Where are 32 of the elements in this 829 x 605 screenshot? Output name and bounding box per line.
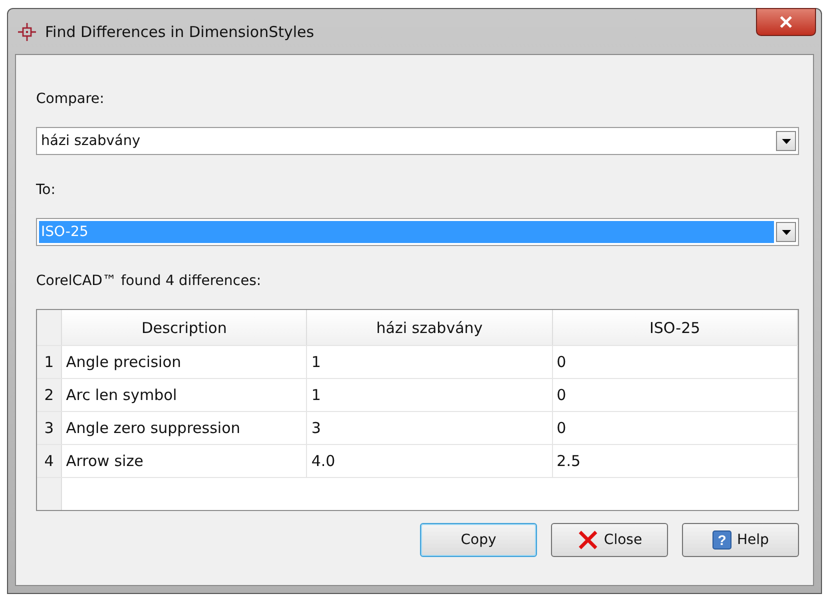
dropdown-field[interactable]: házi szabvány (36, 127, 799, 155)
table-cell: Arrow size (62, 445, 308, 477)
column-header[interactable]: Description (62, 310, 308, 345)
dialog-button[interactable]: Copy (420, 523, 537, 557)
row-number: 2 (37, 379, 62, 411)
close-button[interactable] (756, 8, 816, 36)
summary-text: CorelCAD™ found 4 differences: (36, 273, 262, 289)
table-cell: 3 (307, 412, 553, 444)
table-cell: Arc len symbol (62, 379, 308, 411)
row-number: 1 (37, 346, 62, 378)
field-label: To: (36, 182, 56, 198)
crosshair-icon (17, 22, 37, 42)
close-icon (576, 530, 599, 550)
table-cell: 0 (552, 379, 798, 411)
table-cell: 1 (307, 379, 553, 411)
window-title: Find Differences in DimensionStyles (45, 22, 314, 40)
field-label: Compare: (36, 91, 106, 107)
table-cell: 0 (552, 346, 798, 378)
table-cell: 0 (552, 412, 798, 444)
table-cell: 4.0 (307, 445, 553, 477)
table-cell: 1 (307, 346, 553, 378)
row-number: 3 (37, 412, 62, 444)
close-icon (779, 16, 793, 28)
row-number: 4 (37, 445, 62, 477)
table-cell: Angle zero suppression (62, 412, 308, 444)
dialog-button[interactable]: ? Help (682, 523, 799, 557)
help-icon: ? (712, 530, 732, 550)
column-header[interactable]: házi szabvány (307, 310, 553, 345)
dialog-button[interactable]: Close (551, 523, 668, 557)
table-cell: 2.5 (552, 445, 798, 477)
column-header[interactable]: ISO-25 (552, 310, 798, 345)
table-cell: Angle precision (62, 346, 308, 378)
